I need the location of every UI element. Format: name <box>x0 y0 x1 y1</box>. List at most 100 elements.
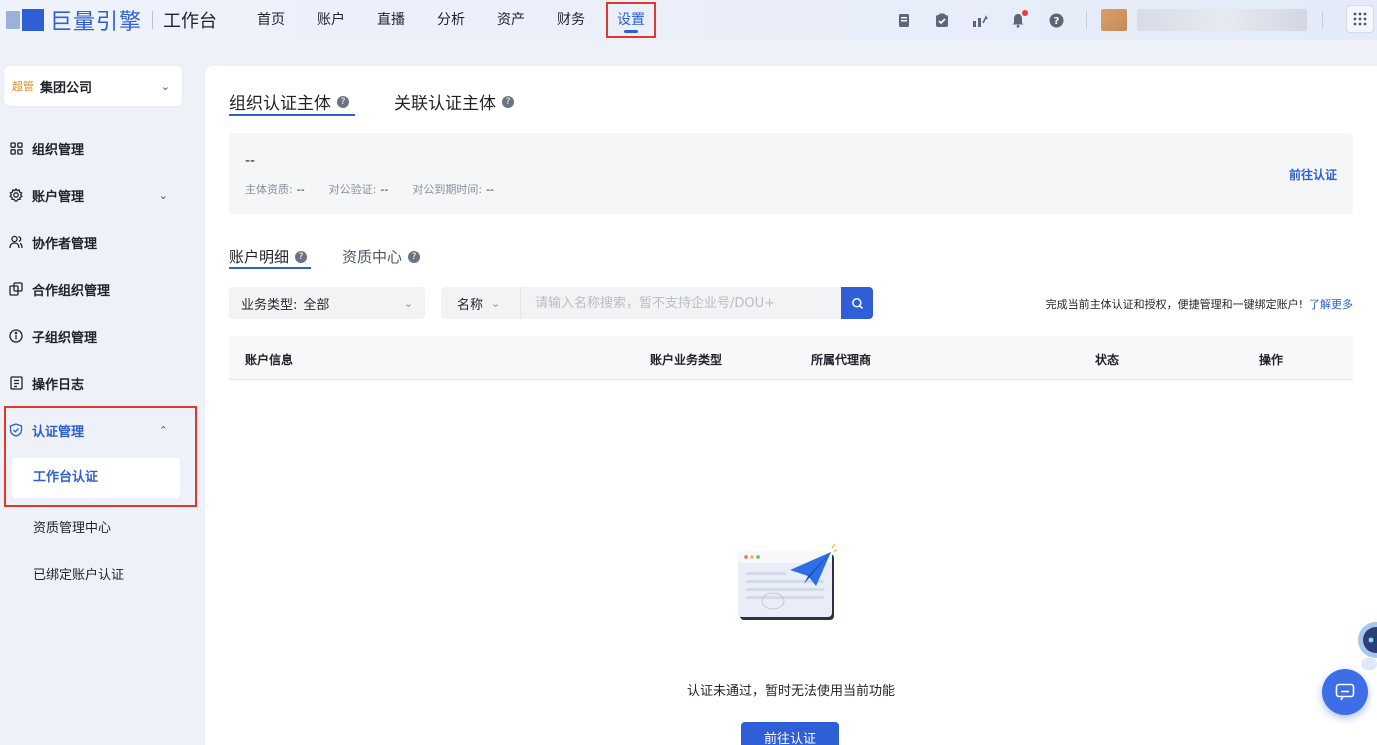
nav-home[interactable]: 首页 <box>257 0 285 40</box>
search-key-label: 名称 <box>457 297 484 313</box>
meta-qualification: 主体资质: -- <box>245 183 305 196</box>
svg-text:?: ? <box>1053 16 1059 27</box>
main-panel: 组织认证主体 ? 关联认证主体 ? -- 主体资质: -- 对公验证: -- 对公到… <box>205 66 1377 745</box>
sidebar-item-partner-orgs[interactable]: 合作组织管理 <box>8 269 194 309</box>
brand-logo-icon <box>6 9 46 31</box>
tab-linked-auth-subject[interactable]: 关联认证主体 ? <box>394 89 514 114</box>
nav-live[interactable]: 直播 <box>377 0 405 40</box>
bell-icon[interactable] <box>1010 10 1028 28</box>
empty-state-text: 认证未通过，暂时无法使用当前功能 <box>686 684 895 699</box>
subject-title: -- <box>245 153 256 169</box>
help-icon[interactable]: ? <box>1048 12 1064 28</box>
column-header: 账户业务类型 <box>650 353 723 367</box>
tab-org-auth-subject[interactable]: 组织认证主体 ? <box>229 89 349 114</box>
sidebar-item-operation-log[interactable]: 操作日志 <box>8 363 194 403</box>
chevron-up-icon: ⌃ <box>158 423 168 437</box>
subject-meta: 主体资质: -- 对公验证: -- 对公到期时间: -- <box>245 181 518 197</box>
help-icon[interactable]: ? <box>408 250 421 263</box>
brand[interactable]: 巨量引擎 工作台 <box>6 4 217 36</box>
tab-active-indicator <box>229 114 355 116</box>
tab-label: 关联认证主体 <box>394 94 496 114</box>
top-divider-right <box>1322 11 1323 29</box>
sidebar-item-label: 认证管理 <box>32 424 85 440</box>
sidebar-item-account-management[interactable]: 账户管理 ⌄ <box>8 175 194 215</box>
meta-expiry: 对公到期时间: -- <box>412 183 495 196</box>
help-icon[interactable]: ? <box>502 95 514 108</box>
chat-icon <box>1335 683 1355 701</box>
sidebar-item-sub-orgs[interactable]: 子组织管理 <box>8 316 194 356</box>
chevron-down-icon: ⌄ <box>158 188 168 202</box>
org-name: 集团公司 <box>40 80 93 96</box>
nav-finance[interactable]: 财务 <box>557 0 585 40</box>
sidebar-subitem-bound-account-auth[interactable]: 已绑定账户认证 <box>33 564 124 583</box>
table-header: 账户信息 账户业务类型 所属代理商 状态 操作 <box>229 336 1353 380</box>
help-icon[interactable]: ? <box>295 250 308 263</box>
chevron-down-icon: ⌄ <box>491 296 501 310</box>
nav-assets[interactable]: 资产 <box>497 0 525 40</box>
nav-analysis[interactable]: 分析 <box>437 0 465 40</box>
notification-dot <box>1022 10 1028 16</box>
search-input[interactable] <box>521 287 841 319</box>
business-type-value: 全部 <box>303 297 330 313</box>
sidebar-item-label: 组织管理 <box>32 142 85 158</box>
subtab-active-indicator <box>229 267 311 269</box>
nav-settings[interactable]: 设置 <box>606 2 657 38</box>
column-header: 所属代理商 <box>811 353 872 367</box>
sidebar-item-label: 协作者管理 <box>32 236 98 252</box>
tab-label: 组织认证主体 <box>229 94 331 114</box>
org-selector[interactable]: 超管 集团公司 ⌄ <box>4 66 182 106</box>
subtab-qualification-center[interactable]: 资质中心 ? <box>342 246 421 267</box>
assistant-robot-icon[interactable] <box>1356 618 1377 670</box>
brand-subtitle: 工作台 <box>163 11 218 32</box>
sidebar: 超管 集团公司 ⌄ 组织管理 账户管理 ⌄ 协作者管理 合作组织管理 子组织管理 <box>0 60 205 745</box>
chart-upload-icon[interactable] <box>972 12 988 28</box>
subtab-label: 资质中心 <box>342 248 403 266</box>
business-type-select[interactable]: 业务类型: 全部 ⌄ <box>229 287 425 319</box>
sidebar-subitem-workbench-auth[interactable]: 工作台认证 <box>12 458 180 498</box>
app-grid-icon[interactable] <box>1346 5 1374 33</box>
subtab-account-detail[interactable]: 账户明细 ? <box>229 246 308 267</box>
help-icon[interactable]: ? <box>337 95 349 108</box>
auth-tip: 完成当前主体认证和授权，便捷管理和一键绑定账户! 了解更多 <box>1046 296 1353 312</box>
sidebar-item-org-management[interactable]: 组织管理 <box>8 128 194 168</box>
goto-auth-link[interactable]: 前往认证 <box>1289 166 1337 183</box>
brand-divider <box>152 11 154 29</box>
search-group: 名称 ⌄ <box>441 287 873 319</box>
link-org-icon <box>8 281 24 297</box>
user-name-blurred[interactable] <box>1137 9 1307 31</box>
sidebar-item-label: 账户管理 <box>32 189 85 205</box>
gear-icon <box>8 187 24 203</box>
avatar[interactable] <box>1101 9 1127 31</box>
document-icon[interactable] <box>896 12 912 28</box>
column-header: 账户信息 <box>245 353 294 367</box>
sidebar-item-collaborators[interactable]: 协作者管理 <box>8 222 194 262</box>
learn-more-link[interactable]: 了解更多 <box>1309 298 1353 311</box>
chat-support-button[interactable] <box>1322 669 1368 715</box>
main-nav: 首页 账户 直播 分析 资产 财务 设置 <box>257 0 688 40</box>
sidebar-item-label: 操作日志 <box>32 377 85 393</box>
sidebar-subitem-qualification-center[interactable]: 资质管理中心 <box>33 517 111 536</box>
nav-account[interactable]: 账户 <box>317 0 345 40</box>
admin-badge: 超管 <box>12 80 34 93</box>
tip-text: 完成当前主体认证和授权，便捷管理和一键绑定账户! <box>1045 298 1303 311</box>
grid-icon <box>8 140 24 156</box>
shield-check-icon <box>8 422 24 438</box>
users-icon <box>8 234 24 250</box>
column-header: 状态 <box>1095 353 1120 367</box>
meta-corporate-verify: 对公验证: -- <box>328 183 389 196</box>
chevron-down-icon: ⌄ <box>403 296 413 310</box>
empty-state-illustration <box>738 543 838 620</box>
top-divider <box>1086 11 1087 29</box>
goto-auth-button[interactable]: 前往认证 <box>741 722 839 745</box>
top-icon-group: ? <box>896 0 1307 40</box>
clipboard-check-icon[interactable] <box>934 12 950 28</box>
search-button[interactable] <box>841 287 873 319</box>
search-key-select[interactable]: 名称 ⌄ <box>441 287 521 319</box>
subtab-label: 账户明细 <box>229 248 290 266</box>
auth-info-card: -- 主体资质: -- 对公验证: -- 对公到期时间: -- 前往认证 <box>229 133 1353 214</box>
search-icon <box>851 297 863 309</box>
log-icon <box>8 375 24 391</box>
top-bar: 巨量引擎 工作台 首页 账户 直播 分析 资产 财务 设置 ? <box>0 0 1377 40</box>
sidebar-item-auth-management[interactable]: 认证管理 ⌃ <box>8 410 194 450</box>
column-header: 操作 <box>1259 353 1284 367</box>
